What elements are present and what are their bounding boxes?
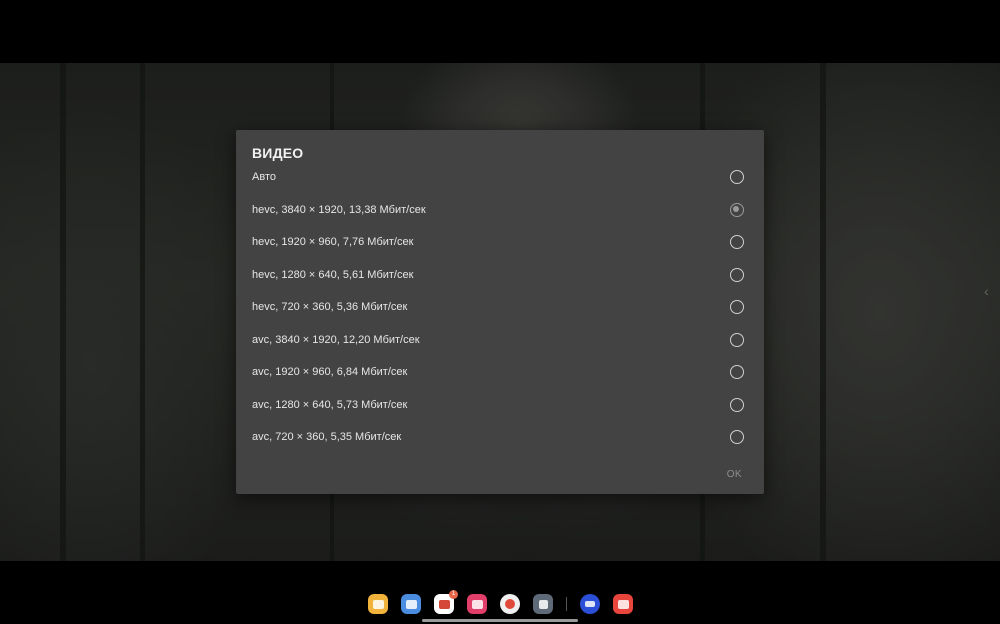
radio-button[interactable]: [730, 235, 744, 249]
option-label: Авто: [252, 171, 276, 184]
option-label: avc, 3840 × 1920, 12,20 Мбит/сек: [252, 333, 420, 346]
notes-app-icon[interactable]: [613, 594, 633, 614]
quality-option-hevc-1280[interactable]: hevc, 1280 × 640, 5,61 Мбит/сек: [236, 259, 764, 292]
radio-button[interactable]: [730, 332, 744, 347]
folder-glyph: [372, 599, 384, 609]
cast-glyph: [585, 601, 595, 607]
grid-glyph: [538, 599, 548, 609]
option-label: avc, 1280 × 640, 5,73 Мбит/сек: [252, 398, 408, 411]
quality-option-avc-1280[interactable]: avc, 1280 × 640, 5,73 Мбит/сек: [236, 389, 764, 422]
option-label: avc, 720 × 360, 5,35 Мбит/сек: [252, 431, 402, 444]
chrome-app-icon[interactable]: [500, 594, 520, 614]
files-app-icon[interactable]: [368, 594, 388, 614]
calendar-app-icon[interactable]: [401, 594, 421, 614]
dock-divider: [566, 597, 567, 611]
ok-button[interactable]: OK: [727, 469, 742, 480]
smart-view-app-icon[interactable]: [580, 594, 600, 614]
video-quality-dialog: ВИДЕО Авто hevc, 3840 × 1920, 13,38 Мбит…: [236, 130, 764, 494]
app-dock: 1: [368, 590, 633, 614]
option-label: hevc, 3840 × 1920, 13,38 Мбит/сек: [252, 203, 426, 216]
app-drawer-icon[interactable]: [533, 594, 553, 614]
envelope-glyph: [438, 599, 450, 609]
quality-options-list: Авто hevc, 3840 × 1920, 13,38 Мбит/сек h…: [236, 161, 764, 454]
radio-button[interactable]: [730, 170, 744, 184]
gmail-app-icon[interactable]: 1: [434, 590, 458, 614]
radio-button[interactable]: [730, 267, 744, 282]
option-label: hevc, 1280 × 640, 5,61 Мбит/сек: [252, 268, 414, 281]
radio-button-selected[interactable]: [730, 202, 744, 217]
notification-badge: 1: [449, 590, 458, 599]
option-label: hevc, 720 × 360, 5,36 Мбит/сек: [252, 301, 408, 314]
option-label: avc, 1920 × 960, 6,84 Мбит/сек: [252, 366, 408, 379]
radio-button[interactable]: [730, 300, 744, 314]
screen-recorder-app-icon[interactable]: [467, 594, 487, 614]
option-label: hevc, 1920 × 960, 7,76 Мбит/сек: [252, 236, 414, 249]
taskbar: 1: [0, 561, 1000, 624]
quality-option-auto[interactable]: Авто: [236, 161, 764, 194]
calendar-glyph: [405, 599, 417, 609]
radio-button[interactable]: [730, 365, 744, 379]
chrome-glyph: [505, 599, 515, 609]
quality-option-avc-1920[interactable]: avc, 1920 × 960, 6,84 Мбит/сек: [236, 356, 764, 389]
quality-option-hevc-1920[interactable]: hevc, 1920 × 960, 7,76 Мбит/сек: [236, 226, 764, 259]
record-glyph: [471, 599, 483, 609]
quality-option-avc-3840[interactable]: avc, 3840 × 1920, 12,20 Мбит/сек: [236, 324, 764, 357]
dialog-title: ВИДЕО: [252, 145, 304, 161]
home-gesture-bar[interactable]: [422, 619, 578, 622]
quality-option-hevc-720[interactable]: hevc, 720 × 360, 5,36 Мбит/сек: [236, 291, 764, 324]
radio-button[interactable]: [730, 430, 744, 444]
quality-option-avc-720[interactable]: avc, 720 × 360, 5,35 Мбит/сек: [236, 421, 764, 454]
radio-button[interactable]: [730, 397, 744, 412]
note-glyph: [617, 599, 629, 609]
screen: ‹ ВИДЕО Авто hevc, 3840 × 1920, 13,38 Мб…: [0, 0, 1000, 624]
quality-option-hevc-3840[interactable]: hevc, 3840 × 1920, 13,38 Мбит/сек: [236, 194, 764, 227]
